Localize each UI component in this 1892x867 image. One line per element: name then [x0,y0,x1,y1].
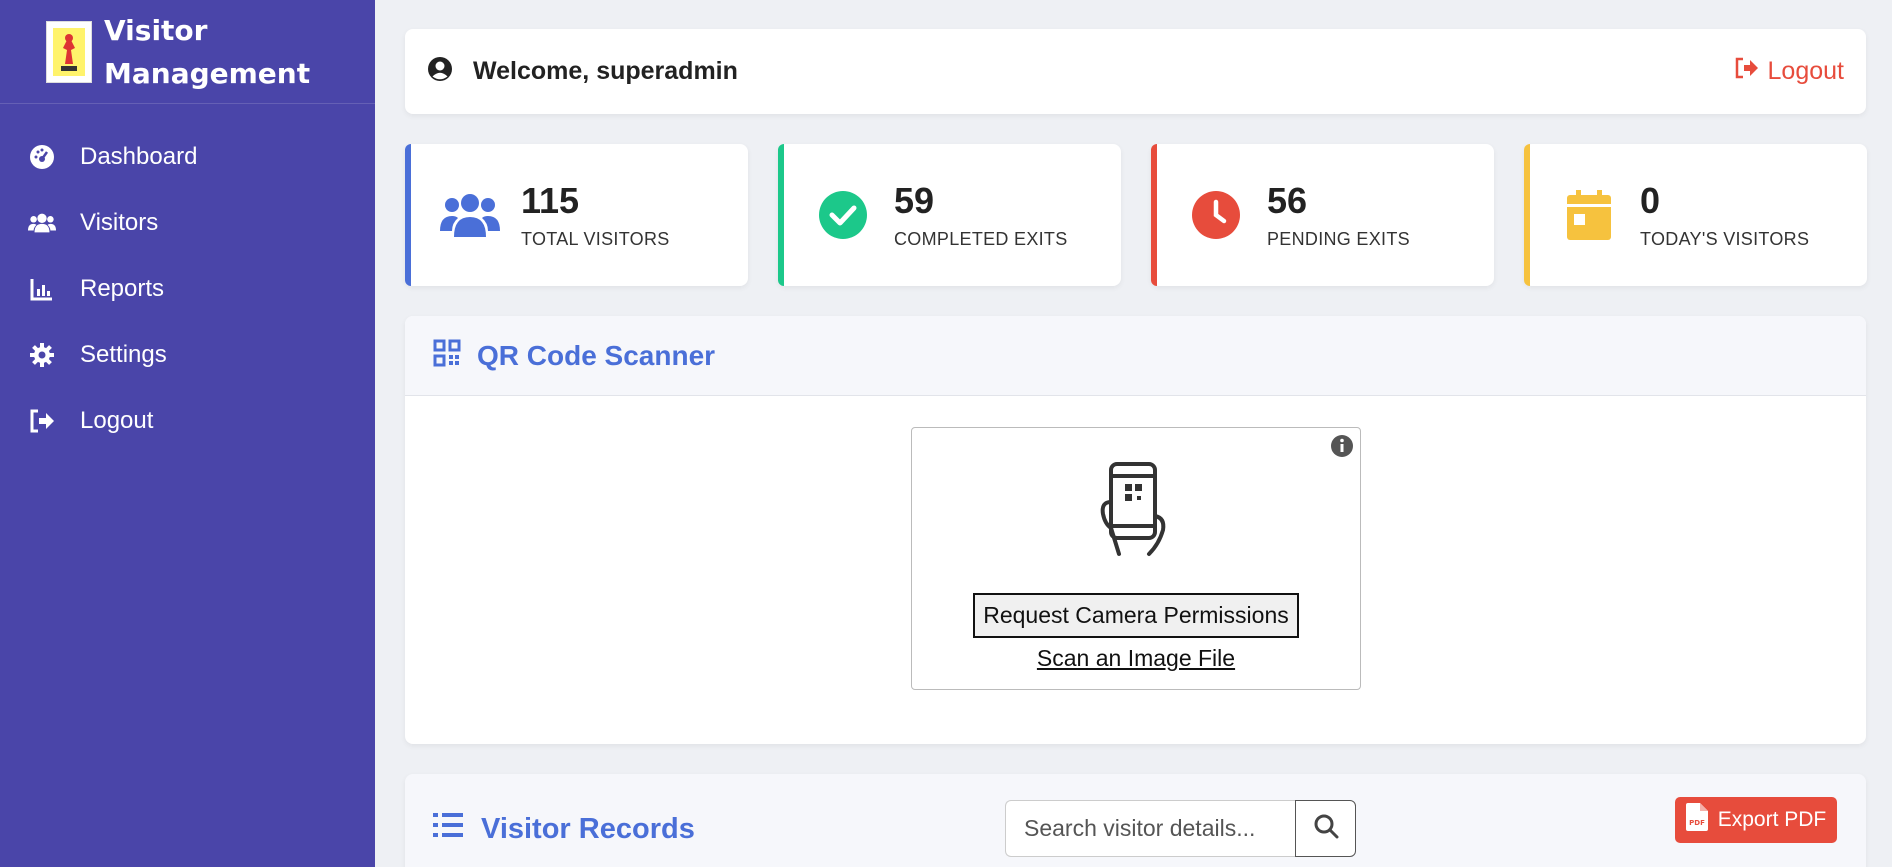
visitor-search [1005,800,1356,857]
sidebar-item-label: Logout [80,407,154,434]
stat-value: 115 [521,179,580,221]
logout-button[interactable]: Logout [1734,57,1844,86]
brand-title-line2: Management [104,56,311,90]
qr-scanner-header: QR Code Scanner [405,316,1866,396]
users-icon [28,209,56,237]
stat-value: 59 [894,179,935,221]
gear-icon [28,341,56,369]
sidebar-item-logout[interactable]: Logout [0,388,375,454]
sidebar-item-visitors[interactable]: Visitors [0,190,375,256]
visitor-records-title: Visitor Records [481,812,695,845]
welcome-text: Welcome, superadmin [473,57,738,85]
users-icon [439,184,501,246]
calendar-icon [1558,184,1620,246]
scan-image-file-link[interactable]: Scan an Image File [912,645,1360,672]
stat-card-todays-visitors: 0 TODAY'S VISITORS [1524,144,1867,286]
qr-scanner-card: QR Code Scanner Request Camera Permissio… [405,316,1866,744]
logout-icon [28,407,56,435]
stat-value: 56 [1267,179,1308,221]
list-icon [433,812,463,846]
sidebar-item-reports[interactable]: Reports [0,256,375,322]
stat-label: PENDING EXITS [1267,228,1410,249]
request-camera-permissions-button[interactable]: Request Camera Permissions [973,593,1299,638]
sidebar-item-settings[interactable]: Settings [0,322,375,388]
stat-accent-bar [405,144,411,286]
qr-scanner-widget: Request Camera Permissions Scan an Image… [911,427,1361,690]
stat-card-total-visitors: 115 TOTAL VISITORS [405,144,748,286]
logout-icon [1734,57,1768,86]
svg-text:PDF: PDF [1689,819,1705,827]
dashboard-icon [28,143,56,171]
sidebar-item-label: Settings [80,341,167,368]
sidebar-item-label: Reports [80,275,165,302]
sidebar: Visitor Management Dashboard Visitors Re… [0,0,375,867]
export-pdf-label: Export PDF [1717,808,1827,831]
chart-icon [28,275,56,303]
top-bar: Welcome, superadmin Logout [405,29,1866,114]
stat-label: TODAY'S VISITORS [1640,228,1810,249]
sidebar-item-label: Visitors [80,209,159,236]
qrcode-icon [433,339,461,372]
search-input[interactable] [1005,800,1295,857]
check-circle-icon [812,184,874,246]
stat-accent-bar [778,144,784,286]
stat-label: COMPLETED EXITS [894,228,1068,249]
sidebar-nav: Dashboard Visitors Reports Settings Logo… [0,124,375,454]
stat-accent-bar [1151,144,1157,286]
user-circle-icon [427,56,453,87]
export-pdf-button[interactable]: PDF Export PDF [1675,797,1837,843]
stat-label: TOTAL VISITORS [521,228,670,249]
stat-accent-bar [1524,144,1530,286]
qr-scanner-title: QR Code Scanner [477,339,716,371]
stat-value: 0 [1640,179,1661,221]
pdf-file-icon: PDF [1685,803,1718,837]
search-button[interactable] [1295,800,1356,857]
visitor-records-header: Visitor Records [433,812,695,846]
phone-qr-icon [1097,462,1169,563]
visitor-records-card: Visitor Records PDF Export PDF [405,774,1866,867]
stat-card-completed-exits: 59 COMPLETED EXITS [778,144,1121,286]
sidebar-item-label: Dashboard [80,143,198,170]
brand-logo [46,20,92,83]
stat-card-pending-exits: 56 PENDING EXITS [1151,144,1494,286]
logout-label: Logout [1767,57,1844,85]
sidebar-item-dashboard[interactable]: Dashboard [0,124,375,190]
clock-icon [1185,184,1247,246]
brand-title-line1: Visitor [104,13,208,47]
search-icon [1313,813,1339,844]
brand: Visitor Management [0,0,375,104]
info-icon[interactable] [1330,434,1354,463]
